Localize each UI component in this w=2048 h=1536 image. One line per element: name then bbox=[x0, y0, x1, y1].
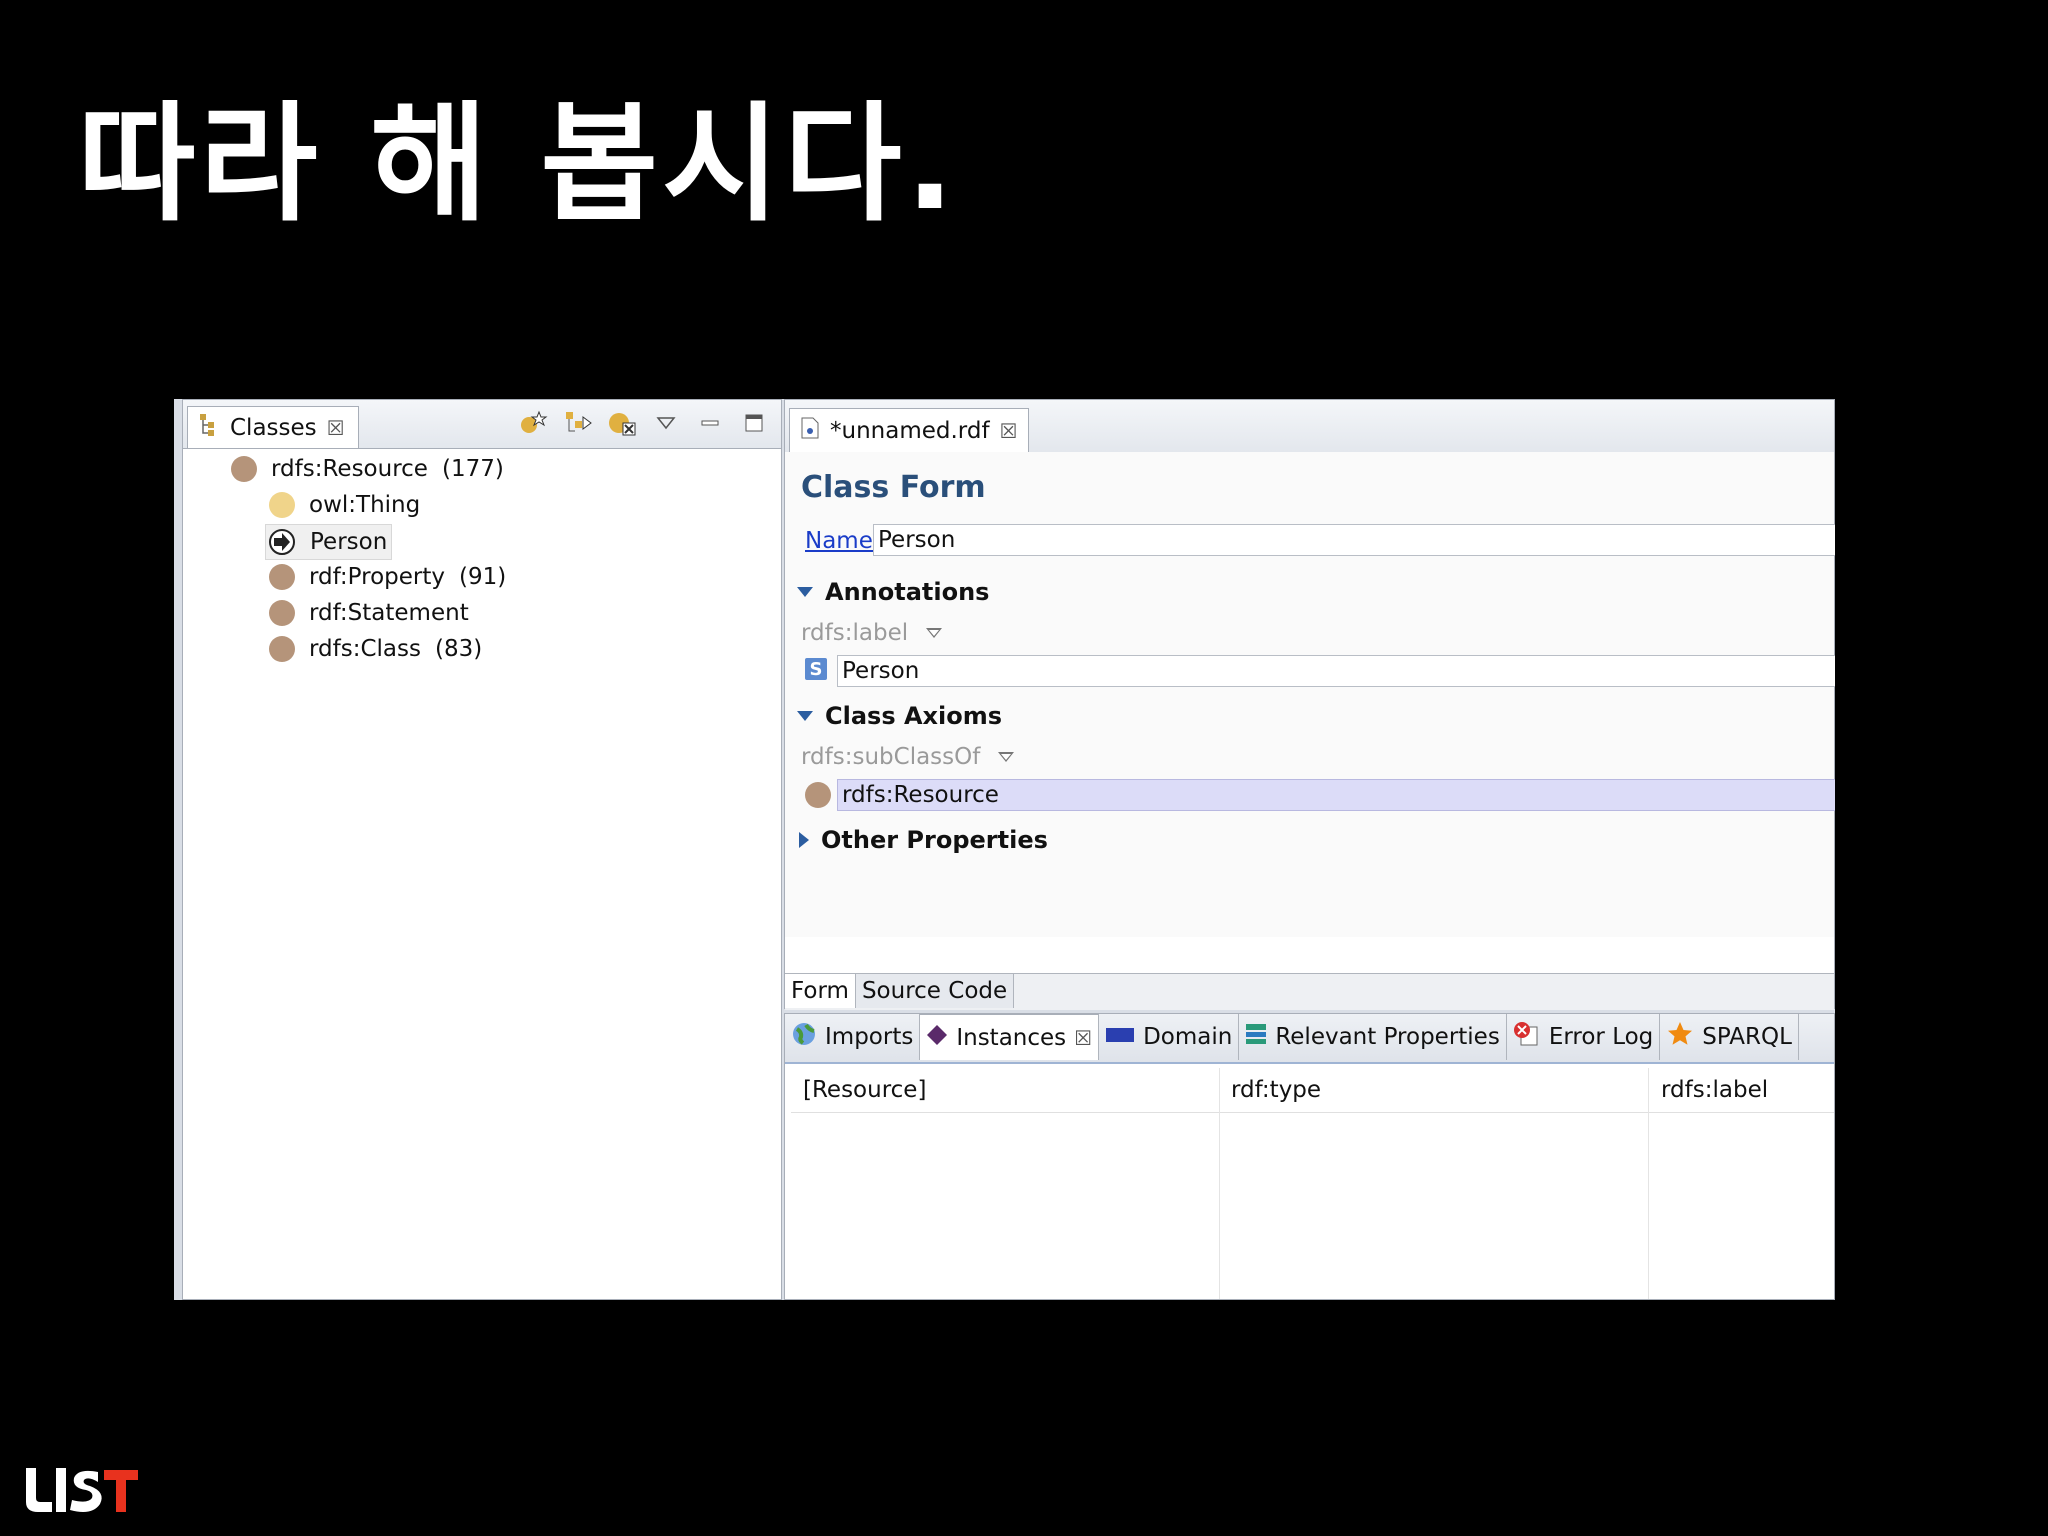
tab-instances-label: Instances bbox=[956, 1024, 1067, 1051]
tab-domain[interactable]: Domain bbox=[1099, 1014, 1240, 1060]
classes-toolbar bbox=[519, 408, 769, 438]
other-properties-label: Other Properties bbox=[821, 826, 1048, 854]
ust-logo bbox=[22, 1462, 142, 1518]
subclassof-value-field[interactable]: rdfs:Resource bbox=[837, 779, 1835, 811]
dropdown-caret-icon[interactable] bbox=[998, 752, 1015, 762]
rdfs-label-property: rdfs:label bbox=[801, 620, 943, 646]
add-sibling-class-icon[interactable] bbox=[563, 408, 593, 438]
tab-imports-label: Imports bbox=[825, 1024, 914, 1050]
collapsed-triangle-icon bbox=[799, 832, 809, 848]
maximize-icon[interactable] bbox=[739, 408, 769, 438]
tree-item-rdf-statement[interactable]: rdf:Statement bbox=[269, 596, 469, 630]
column-header-rdfs-label[interactable]: rdfs:label bbox=[1649, 1068, 1835, 1112]
column-divider bbox=[1219, 1068, 1220, 1299]
domain-bar-icon bbox=[1105, 1024, 1135, 1050]
add-subclass-icon[interactable] bbox=[519, 408, 549, 438]
star-icon bbox=[1666, 1020, 1694, 1054]
slide-title: 따라 해 봅시다. bbox=[78, 90, 959, 239]
tab-relevant-properties-label: Relevant Properties bbox=[1275, 1024, 1500, 1050]
error-log-icon bbox=[1513, 1021, 1541, 1053]
column-divider bbox=[1648, 1068, 1649, 1299]
close-icon[interactable]: ☒ bbox=[327, 416, 345, 440]
tree-item-rdfs-class[interactable]: rdfs:Class (83) bbox=[269, 632, 482, 666]
tree-item-count: (91) bbox=[459, 564, 507, 590]
delete-class-icon[interactable] bbox=[607, 408, 637, 438]
tree-item-count: (83) bbox=[435, 636, 483, 662]
classes-tabbar: Classes ☒ bbox=[183, 400, 781, 449]
instances-table: [Resource] rdf:type rdfs:label bbox=[791, 1068, 1834, 1299]
subclassof-prop-name: rdfs:subClassOf bbox=[801, 744, 981, 770]
name-field[interactable]: Person bbox=[873, 524, 1835, 556]
instances-view: Imports Instances ☒ Domain Relevant Prop… bbox=[784, 1013, 1835, 1300]
editor-view: *unnamed.rdf ☒ Class Form Name: Person A… bbox=[784, 399, 1835, 1010]
editor-page-tabs: Form Source Code bbox=[785, 973, 1834, 1010]
annotations-label: Annotations bbox=[825, 578, 990, 606]
expanded-triangle-icon bbox=[797, 711, 813, 721]
class-form: Class Form Name: Person Annotations rdfs… bbox=[785, 452, 1835, 937]
tree-item-label: rdfs:Resource bbox=[271, 456, 428, 482]
tab-classes-label: Classes bbox=[230, 414, 317, 441]
tree-item-rdfs-resource[interactable]: rdfs:Resource (177) bbox=[231, 452, 504, 486]
tab-unnamed-rdf-label: *unnamed.rdf bbox=[830, 417, 990, 444]
name-label[interactable]: Name: bbox=[805, 528, 881, 554]
tab-relevant-properties[interactable]: Relevant Properties bbox=[1239, 1014, 1507, 1060]
rdfs-label-prop-name: rdfs:label bbox=[801, 620, 909, 646]
tree-item-label: rdf:Statement bbox=[309, 600, 469, 626]
tab-sparql-label: SPARQL bbox=[1702, 1024, 1792, 1050]
class-axioms-label: Class Axioms bbox=[825, 702, 1003, 730]
tab-instances[interactable]: Instances ☒ bbox=[920, 1014, 1100, 1060]
tab-form[interactable]: Form bbox=[785, 974, 856, 1008]
globe-icon bbox=[791, 1021, 817, 1053]
class-icon bbox=[269, 492, 295, 518]
diamond-icon bbox=[926, 1024, 948, 1052]
other-properties-section[interactable]: Other Properties bbox=[799, 826, 1048, 854]
label-value-field[interactable]: Person bbox=[837, 655, 1835, 687]
class-icon bbox=[269, 564, 295, 590]
tab-sparql[interactable]: SPARQL bbox=[1660, 1014, 1799, 1060]
expanded-triangle-icon bbox=[797, 587, 813, 597]
view-menu-icon[interactable] bbox=[651, 408, 681, 438]
tree-item-label: rdf:Property bbox=[309, 564, 446, 590]
class-axioms-section[interactable]: Class Axioms bbox=[797, 702, 1002, 730]
tab-error-log-label: Error Log bbox=[1548, 1024, 1654, 1050]
tree-item-label: owl:Thing bbox=[309, 492, 421, 518]
editor-tabbar: *unnamed.rdf ☒ bbox=[785, 400, 1834, 453]
class-icon bbox=[269, 636, 295, 662]
close-icon[interactable]: ☒ bbox=[1074, 1026, 1092, 1050]
lower-tabbar: Imports Instances ☒ Domain Relevant Prop… bbox=[785, 1014, 1834, 1064]
tree-item-count: (177) bbox=[441, 456, 504, 482]
class-tree: rdfs:Resource (177) owl:Thing Person rdf… bbox=[183, 448, 781, 1299]
tab-source-code[interactable]: Source Code bbox=[855, 974, 1015, 1008]
rdf-file-icon bbox=[800, 416, 820, 446]
tab-classes[interactable]: Classes ☒ bbox=[187, 406, 359, 448]
classes-view: Classes ☒ rdfs:Resource (177) owl:Thing … bbox=[182, 399, 782, 1300]
class-icon bbox=[805, 782, 831, 808]
app-screenshot: Classes ☒ rdfs:Resource (177) owl:Thing … bbox=[174, 399, 1835, 1300]
form-title: Class Form bbox=[801, 470, 986, 505]
column-header-resource[interactable]: [Resource] bbox=[791, 1068, 1219, 1112]
tree-item-owl-thing[interactable]: owl:Thing bbox=[269, 488, 420, 522]
tree-item-label: rdfs:Class bbox=[309, 636, 421, 662]
class-hierarchy-icon bbox=[198, 412, 220, 444]
table-header: [Resource] rdf:type rdfs:label bbox=[791, 1068, 1834, 1113]
minimize-icon[interactable] bbox=[695, 408, 725, 438]
tab-error-log[interactable]: Error Log bbox=[1507, 1014, 1661, 1060]
tree-item-label: Person bbox=[310, 529, 388, 555]
column-header-rdf-type[interactable]: rdf:type bbox=[1219, 1068, 1647, 1112]
tab-domain-label: Domain bbox=[1143, 1024, 1233, 1050]
annotations-section[interactable]: Annotations bbox=[797, 578, 989, 606]
subclassof-property: rdfs:subClassOf bbox=[801, 744, 1015, 770]
close-icon[interactable]: ☒ bbox=[1000, 419, 1018, 443]
class-arrow-icon bbox=[268, 528, 296, 556]
string-type-icon: S bbox=[805, 658, 827, 680]
dropdown-caret-icon[interactable] bbox=[926, 628, 943, 638]
class-icon bbox=[269, 600, 295, 626]
class-icon bbox=[231, 456, 257, 482]
tree-item-person[interactable]: Person bbox=[265, 524, 393, 560]
tab-unnamed-rdf[interactable]: *unnamed.rdf ☒ bbox=[789, 408, 1029, 452]
tree-item-rdf-property[interactable]: rdf:Property (91) bbox=[269, 560, 506, 594]
tab-imports[interactable]: Imports bbox=[785, 1014, 921, 1060]
property-list-icon bbox=[1245, 1022, 1267, 1052]
